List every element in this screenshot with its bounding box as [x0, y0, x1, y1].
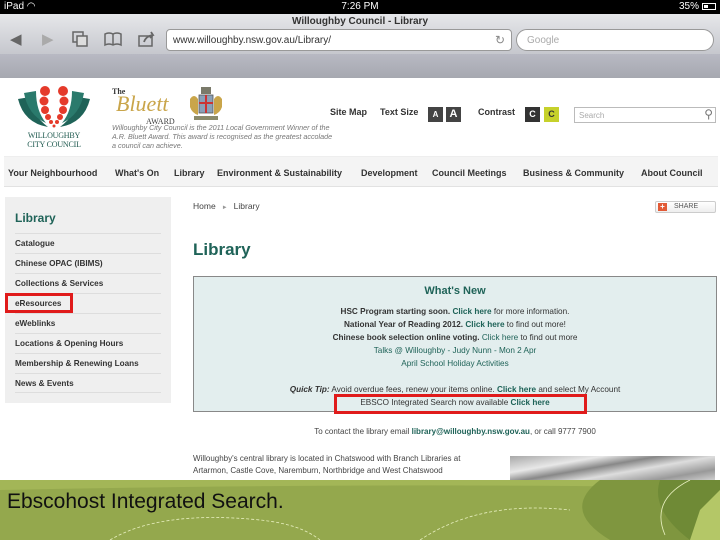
share-button[interactable]: + SHARE	[655, 201, 716, 213]
google-search-field[interactable]: Google	[516, 29, 714, 51]
news-link[interactable]: Click here	[482, 333, 518, 342]
share-label: SHARE	[674, 203, 699, 210]
breadcrumb-home[interactable]: Home	[193, 201, 216, 211]
back-icon[interactable]: ◀	[10, 31, 22, 49]
breadcrumb-separator-icon: ►	[221, 205, 228, 211]
browser-chrome: Willoughby Council - Library ◀ ▶ www.wil…	[0, 14, 720, 78]
logo-text-line2: CITY COUNCIL	[27, 140, 81, 149]
share-action-icon[interactable]	[138, 31, 156, 52]
bluett-award-logo: The Bluett AWARD	[110, 85, 230, 126]
whats-new-box: What's New HSC Program starting soon. Cl…	[193, 276, 717, 412]
reload-icon[interactable]: ↻	[495, 33, 505, 47]
news-text: Chinese book selection online voting.	[332, 333, 480, 342]
nav-environment-sustainability[interactable]: Environment & Sustainability	[217, 168, 342, 178]
sidebar-item-eweblinks[interactable]: eWeblinks	[15, 313, 161, 333]
screen: iPad ◠ 7:26 PM 35% Willoughby Council - …	[0, 0, 720, 540]
contact-prefix: To contact the library email	[314, 427, 410, 436]
forward-icon[interactable]: ▶	[42, 31, 54, 49]
sidebar-item-membership-loans[interactable]: Membership & Renewing Loans	[15, 353, 161, 373]
eresources-highlight	[5, 293, 73, 313]
news-rest: to find out more!	[506, 320, 566, 329]
nav-council-meetings[interactable]: Council Meetings	[432, 168, 507, 178]
award-description: Willoughby City Council is the 2011 Loca…	[112, 123, 333, 150]
status-bar: iPad ◠ 7:26 PM 35%	[0, 0, 720, 14]
contact-suffix: , or call 9777 7900	[529, 427, 596, 436]
battery-icon	[702, 3, 716, 10]
caption-band: Ebscohost Integrated Search.	[0, 480, 720, 540]
news-link[interactable]: Click here	[452, 307, 491, 316]
contact-line: To contact the library email library@wil…	[193, 427, 717, 436]
site-search-input[interactable]: Search ⚲	[574, 107, 716, 123]
quick-tip-text: Avoid overdue fees, renew your items onl…	[331, 385, 495, 394]
sidebar-item-collections-services[interactable]: Collections & Services	[15, 273, 161, 293]
about-library-text: Willoughby's central library is located …	[193, 454, 461, 475]
text-size-small-button[interactable]: A	[428, 107, 443, 122]
award-name: Bluett	[116, 91, 169, 116]
whats-new-heading: What's New	[424, 285, 486, 297]
plus-icon: +	[658, 203, 667, 211]
ebsco-highlight	[334, 394, 587, 414]
nav-whats-on[interactable]: What's On	[115, 168, 159, 178]
news-link-talks[interactable]: Talks @ Willoughby - Judy Nunn - Mon 2 A…	[194, 346, 716, 355]
site-search-placeholder: Search	[579, 111, 605, 120]
breadcrumb: Home ► Library	[193, 201, 260, 211]
url-field[interactable]: www.willoughby.nsw.gov.au/Library/ ↻	[166, 29, 512, 51]
browser-toolbar: ◀ ▶ www.willoughby.nsw.gov.au/Library/ ↻…	[0, 29, 720, 51]
news-item-reading-year: National Year of Reading 2012. Click her…	[194, 320, 716, 329]
search-icon[interactable]: ⚲	[704, 107, 713, 121]
site-map-link[interactable]: Site Map	[330, 107, 367, 117]
bookmarks-icon[interactable]	[104, 31, 122, 52]
logo-text-line1: WILLOUGHBY	[27, 131, 81, 140]
sidebar-item-chinese-opac[interactable]: Chinese OPAC (IBIMS)	[15, 253, 161, 273]
sidebar-item-news-events[interactable]: News & Events	[15, 373, 161, 393]
news-link[interactable]: Click here	[465, 320, 504, 329]
text-size-large-button[interactable]: A	[446, 107, 461, 122]
logo-mark-icon	[18, 86, 90, 128]
battery-status: 35%	[679, 1, 716, 12]
news-link-holiday-activities[interactable]: April School Holiday Activities	[194, 359, 716, 368]
contrast-dark-button[interactable]: C	[525, 107, 540, 122]
quick-tip-rest: and select My Account	[538, 385, 621, 394]
news-item-hsc: HSC Program starting soon. Click here fo…	[194, 307, 716, 316]
news-rest: to find out more	[520, 333, 578, 342]
quick-tip-link[interactable]: Click here	[497, 385, 536, 394]
tabs-icon[interactable]	[72, 31, 88, 52]
nav-development[interactable]: Development	[361, 168, 418, 178]
coat-of-arms-icon	[190, 87, 222, 120]
contrast-light-button[interactable]: C	[544, 107, 559, 122]
news-text: National Year of Reading 2012.	[344, 320, 464, 329]
nav-your-neighbourhood[interactable]: Your Neighbourhood	[8, 168, 97, 178]
slide-caption: Ebscohost Integrated Search.	[7, 490, 284, 513]
site-header: WILLOUGHBY CITY COUNCIL The Bluett AWARD…	[0, 79, 720, 154]
nav-business-community[interactable]: Business & Community	[523, 168, 624, 178]
news-item-chinese-voting: Chinese book selection online voting. Cl…	[194, 333, 716, 342]
willoughby-logo[interactable]: WILLOUGHBY CITY COUNCIL	[14, 85, 94, 155]
news-text: HSC Program starting soon.	[340, 307, 451, 316]
browser-bar-bottom	[0, 54, 720, 78]
sidebar-item-locations-hours[interactable]: Locations & Opening Hours	[15, 333, 161, 353]
breadcrumb-library: Library	[233, 201, 260, 211]
quick-tip-label: Quick Tip:	[289, 385, 330, 394]
sidebar-title: Library	[15, 211, 56, 225]
main-nav: Your Neighbourhood What's On Library Env…	[4, 156, 718, 187]
battery-percent: 35%	[678, 1, 699, 12]
sidebar-item-catalogue[interactable]: Catalogue	[15, 233, 161, 253]
page-title: Library	[193, 240, 251, 259]
nav-about-council[interactable]: About Council	[641, 168, 703, 178]
news-rest: for more information.	[493, 307, 570, 316]
browser-page-title: Willoughby Council - Library	[291, 16, 429, 27]
nav-library[interactable]: Library	[174, 168, 205, 178]
text-size-label: Text Size	[380, 107, 419, 117]
contact-email-link[interactable]: library@willoughby.nsw.gov.au	[412, 427, 530, 436]
url-text: www.willoughby.nsw.gov.au/Library/	[173, 35, 332, 46]
quick-tip: Quick Tip: Avoid overdue fees, renew you…	[194, 385, 716, 394]
contrast-label: Contrast	[478, 107, 516, 117]
clock: 7:26 PM	[341, 1, 379, 12]
